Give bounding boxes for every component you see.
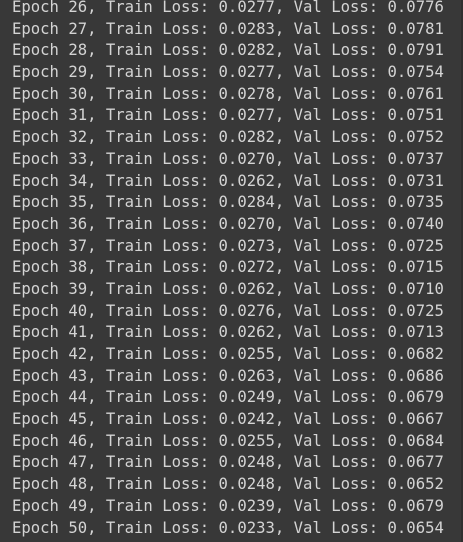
log-line: Epoch 43, Train Loss: 0.0263, Val Loss: … bbox=[12, 366, 444, 385]
log-line: Epoch 38, Train Loss: 0.0272, Val Loss: … bbox=[12, 258, 444, 277]
log-line: Epoch 42, Train Loss: 0.0255, Val Loss: … bbox=[12, 345, 444, 363]
log-line: Epoch 29, Train Loss: 0.0277, Val Loss: … bbox=[12, 63, 444, 82]
log-line: Epoch 28, Train Loss: 0.0282, Val Loss: … bbox=[12, 41, 444, 60]
log-line: Epoch 41, Train Loss: 0.0262, Val Loss: … bbox=[12, 323, 444, 342]
log-line: Epoch 32, Train Loss: 0.0282, Val Loss: … bbox=[12, 128, 444, 147]
log-line: Epoch 37, Train Loss: 0.0273, Val Loss: … bbox=[12, 236, 444, 255]
log-line: Epoch 36, Train Loss: 0.0270, Val Loss: … bbox=[12, 214, 444, 233]
log-line: Epoch 26, Train Loss: 0.0277, Val Loss: … bbox=[12, 0, 444, 16]
log-line: Epoch 47, Train Loss: 0.0248, Val Loss: … bbox=[12, 453, 444, 472]
log-line: Epoch 46, Train Loss: 0.0255, Val Loss: … bbox=[12, 431, 444, 450]
log-line: Epoch 34, Train Loss: 0.0262, Val Loss: … bbox=[12, 171, 444, 190]
log-line: Epoch 27, Train Loss: 0.0283, Val Loss: … bbox=[12, 19, 444, 38]
log-line: Epoch 31, Train Loss: 0.0277, Val Loss: … bbox=[12, 106, 444, 125]
log-line: Epoch 50, Train Loss: 0.0233, Val Loss: … bbox=[12, 518, 444, 537]
log-line: Epoch 35, Train Loss: 0.0284, Val Loss: … bbox=[12, 193, 444, 212]
log-line: Epoch 44, Train Loss: 0.0249, Val Loss: … bbox=[12, 388, 444, 407]
training-log: Epoch 26, Train Loss: 0.0277, Val Loss: … bbox=[12, 0, 463, 539]
log-line: Epoch 39, Train Loss: 0.0262, Val Loss: … bbox=[12, 279, 444, 298]
log-line: Epoch 48, Train Loss: 0.0248, Val Loss: … bbox=[12, 475, 444, 494]
console-output-panel: Epoch 26, Train Loss: 0.0277, Val Loss: … bbox=[0, 0, 463, 542]
log-line: Epoch 49, Train Loss: 0.0239, Val Loss: … bbox=[12, 496, 444, 515]
log-line: Epoch 30, Train Loss: 0.0278, Val Loss: … bbox=[12, 84, 444, 103]
log-line: Epoch 33, Train Loss: 0.0270, Val Loss: … bbox=[12, 149, 444, 168]
log-line: Epoch 40, Train Loss: 0.0276, Val Loss: … bbox=[12, 301, 444, 320]
log-line: Epoch 45, Train Loss: 0.0242, Val Loss: … bbox=[12, 410, 444, 429]
